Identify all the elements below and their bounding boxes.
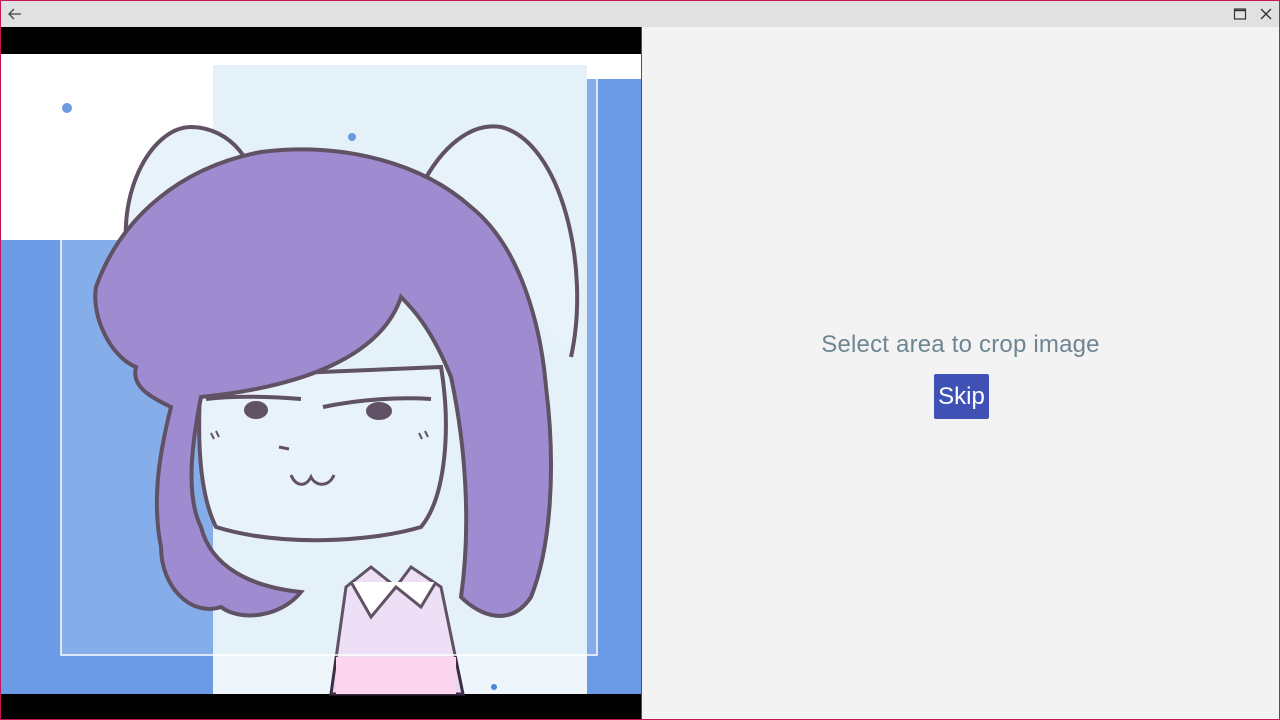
source-image <box>1 54 641 696</box>
skip-button[interactable]: Skip <box>934 374 989 419</box>
close-button[interactable] <box>1253 1 1279 27</box>
instructions-panel: Select area to crop image Skip <box>642 27 1279 719</box>
close-icon <box>1260 8 1272 20</box>
maximize-icon <box>1233 8 1247 20</box>
back-button[interactable] <box>1 1 29 27</box>
crop-prompt: Select area to crop image <box>821 331 1100 358</box>
title-bar <box>1 1 1279 27</box>
crop-window: Select area to crop image Skip <box>0 0 1280 720</box>
crop-selection[interactable] <box>61 64 597 655</box>
arrow-left-icon <box>8 8 21 20</box>
image-crop-area[interactable] <box>1 27 642 719</box>
maximize-button[interactable] <box>1227 1 1253 27</box>
